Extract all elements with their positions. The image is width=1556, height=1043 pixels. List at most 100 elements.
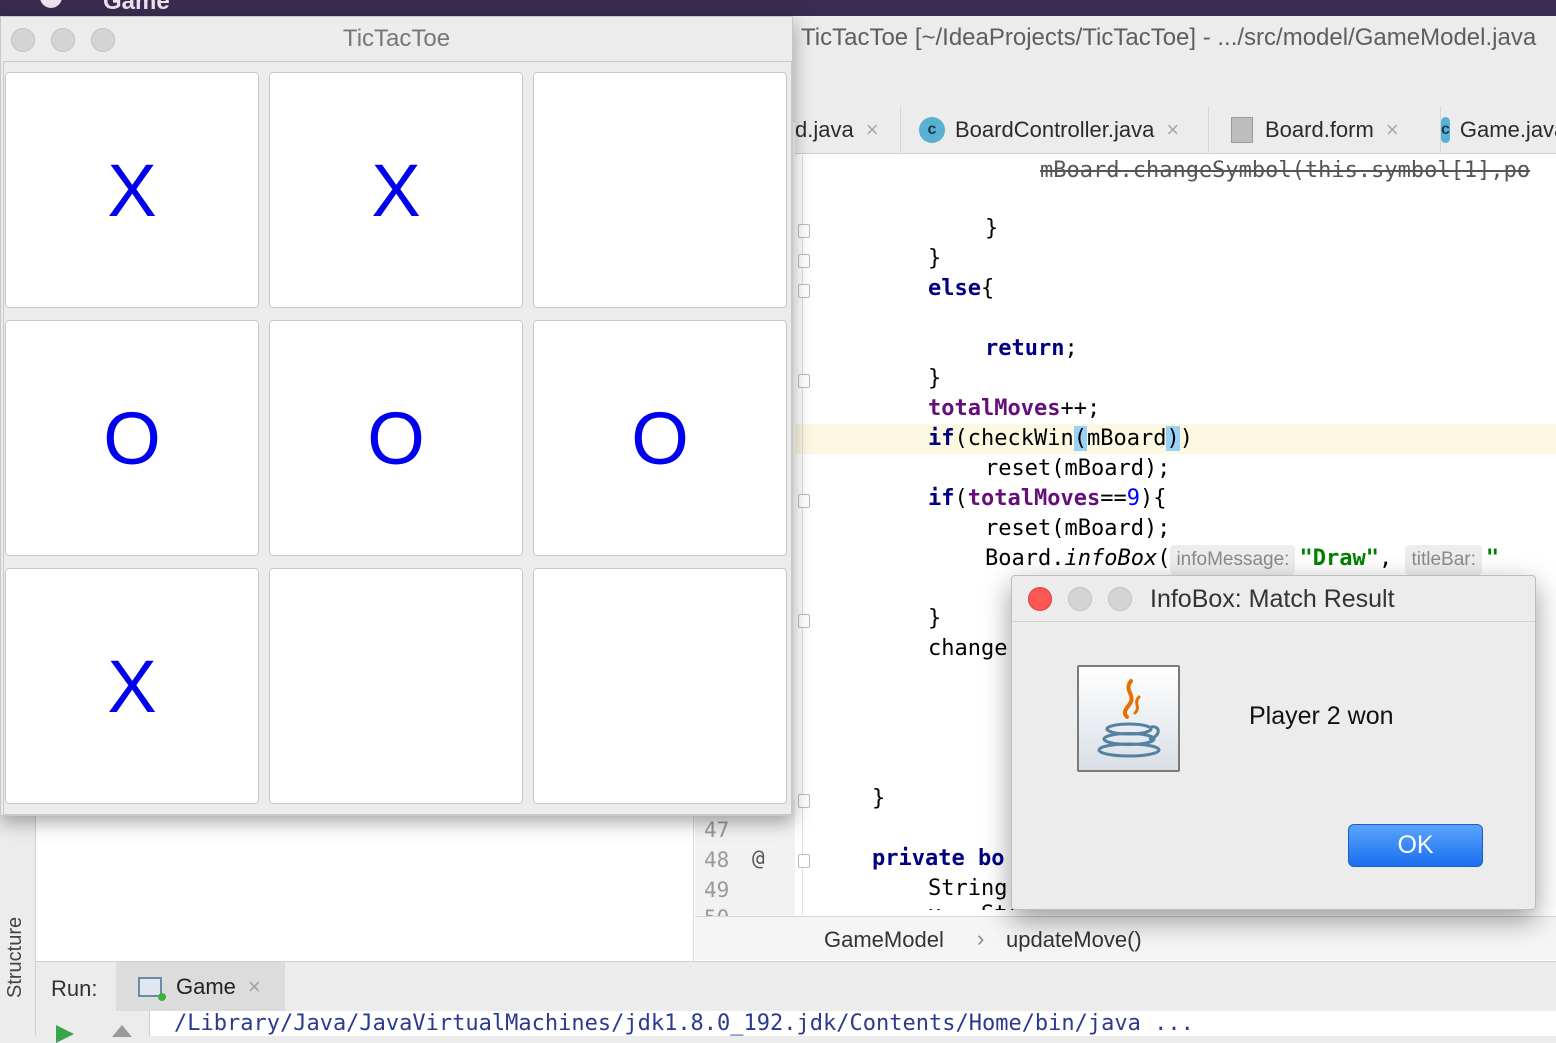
code-text: { — [980, 276, 995, 301]
code-text: ( — [954, 486, 968, 511]
line-number: 48 — [704, 848, 730, 872]
code-text: ) — [1179, 426, 1193, 451]
keyword: return — [985, 336, 1065, 361]
close-icon[interactable]: × — [1386, 117, 1399, 143]
code-line: Board.infoBox(infoMessage: "Draw", titleB… — [985, 544, 1499, 575]
console-output: /Library/Java/JavaVirtualMachines/jdk1.8… — [174, 1011, 1194, 1036]
board-cell-3[interactable] — [533, 72, 787, 308]
fold-marker-icon[interactable] — [798, 794, 810, 808]
code-line: mBoard.changeSymbol(this.symbol[1],po — [1040, 158, 1531, 183]
code-line: if(totalMoves==9){ — [928, 484, 1166, 514]
structure-tool-button[interactable]: Structure — [4, 917, 27, 998]
zoom-window-button — [1108, 587, 1132, 611]
board-cell-2[interactable]: X — [269, 72, 523, 308]
board-cell-8[interactable] — [269, 568, 523, 804]
game-board: X X O O O X — [3, 61, 792, 815]
close-icon[interactable]: × — [866, 117, 879, 143]
tictactoe-window: TicTacToe X X O O O X — [0, 16, 793, 816]
tab-d-java[interactable]: d.java × — [795, 106, 901, 154]
fold-marker-icon[interactable] — [798, 284, 810, 298]
field: totalMoves — [967, 486, 1101, 511]
code-text: ; — [1064, 336, 1078, 361]
board-cell-4[interactable]: O — [5, 320, 259, 556]
code-line: else{ — [928, 274, 994, 304]
tab-board-form[interactable]: Board.form × — [1209, 106, 1441, 154]
keyword: private — [872, 846, 965, 871]
field: totalMoves — [928, 396, 1061, 421]
apple-icon[interactable] — [40, 0, 62, 8]
breadcrumb: GameModel › updateMove() — [695, 916, 1556, 960]
fold-marker-icon[interactable] — [798, 374, 810, 388]
code-line: return; — [985, 334, 1078, 364]
infobox-dialog: InfoBox: Match Result Player 2 won OK — [1011, 575, 1536, 910]
run-console[interactable]: /Library/Java/JavaVirtualMachines/jdk1.8… — [36, 1011, 1556, 1043]
breadcrumb-separator: › — [977, 926, 985, 951]
board-cell-5[interactable]: O — [269, 320, 523, 556]
number: 9 — [1126, 486, 1140, 511]
breadcrumb-method[interactable]: updateMove() — [1006, 927, 1142, 953]
code-line: } — [985, 216, 999, 241]
run-label: Run: — [51, 976, 98, 1001]
code-line: } — [928, 606, 942, 631]
board-cell-6[interactable]: O — [533, 320, 787, 556]
run-tool-bar: Run: Game × — [36, 961, 1556, 1012]
keyword: else — [928, 276, 981, 301]
board-cell-1[interactable]: X — [5, 72, 259, 308]
close-window-button[interactable] — [1028, 587, 1052, 611]
string-literal: "Draw" — [1299, 546, 1379, 571]
java-icon — [1077, 665, 1180, 772]
code-text: Board. — [985, 546, 1065, 571]
tictactoe-window-title: TicTacToe — [342, 25, 451, 52]
ok-button[interactable]: OK — [1348, 824, 1483, 867]
fold-marker-icon[interactable] — [798, 854, 810, 868]
close-icon[interactable]: × — [248, 974, 261, 1000]
tab-game-java[interactable]: c Game.java — [1441, 106, 1556, 154]
code-text: , — [1378, 546, 1393, 571]
string-literal: " — [1485, 546, 1500, 571]
fold-marker-icon[interactable] — [798, 494, 810, 508]
dialog-title: InfoBox: Match Result — [1150, 585, 1395, 613]
line-number: 49 — [704, 878, 730, 902]
code-line: totalMoves++; — [928, 394, 1100, 424]
dialog-message: Player 2 won — [1249, 702, 1394, 730]
override-marker-icon[interactable]: @ — [752, 846, 765, 870]
code-line: } — [872, 786, 886, 811]
run-config-icon — [138, 977, 166, 1001]
line-number: 47 — [704, 818, 730, 842]
form-icon — [1231, 117, 1253, 143]
fold-marker-icon[interactable] — [798, 614, 810, 628]
board-cell-9[interactable] — [533, 568, 787, 804]
tool-window-area — [36, 816, 694, 961]
paren-highlight: ) — [1166, 426, 1180, 451]
keyword: bo — [977, 846, 1005, 871]
scroll-up-icon[interactable] — [112, 1025, 132, 1037]
close-icon[interactable]: × — [1166, 117, 1179, 143]
code-text: ++; — [1060, 396, 1101, 421]
tictactoe-title-bar: TicTacToe — [1, 17, 792, 61]
tab-board-controller[interactable]: c BoardController.java × — [901, 106, 1209, 154]
code-text: mBoard — [1086, 426, 1167, 451]
menu-bar: Game — [0, 0, 1556, 16]
code-line: if(checkWin(mBoard)) — [928, 424, 1193, 454]
tab-label: BoardController.java — [955, 117, 1155, 142]
console-toolbar — [36, 1011, 150, 1043]
menu-app-name[interactable]: Game — [103, 0, 170, 16]
code-text: (checkWin — [954, 426, 1074, 451]
code-line: reset(mBoard); — [985, 516, 1171, 541]
breadcrumb-class[interactable]: GameModel — [824, 927, 944, 953]
ide-window-title: TicTacToe [~/IdeaProjects/TicTacToe] - .… — [801, 24, 1537, 51]
code-text: == — [1100, 486, 1127, 511]
code-line: } — [928, 366, 942, 391]
board-cell-7[interactable]: X — [5, 568, 259, 804]
code-line: String — [928, 876, 1008, 901]
minimize-window-button — [1068, 587, 1092, 611]
keyword: if — [928, 486, 955, 511]
code-text: ){ — [1139, 486, 1167, 511]
rerun-icon[interactable] — [56, 1025, 74, 1043]
code-line: reset(mBoard); — [985, 456, 1171, 481]
param-hint: titleBar: — [1405, 545, 1482, 575]
fold-marker-icon[interactable] — [798, 254, 810, 268]
fold-marker-icon[interactable] — [798, 224, 810, 238]
param-hint: infoMessage: — [1170, 545, 1296, 575]
run-tab-game[interactable]: Game × — [116, 962, 285, 1012]
